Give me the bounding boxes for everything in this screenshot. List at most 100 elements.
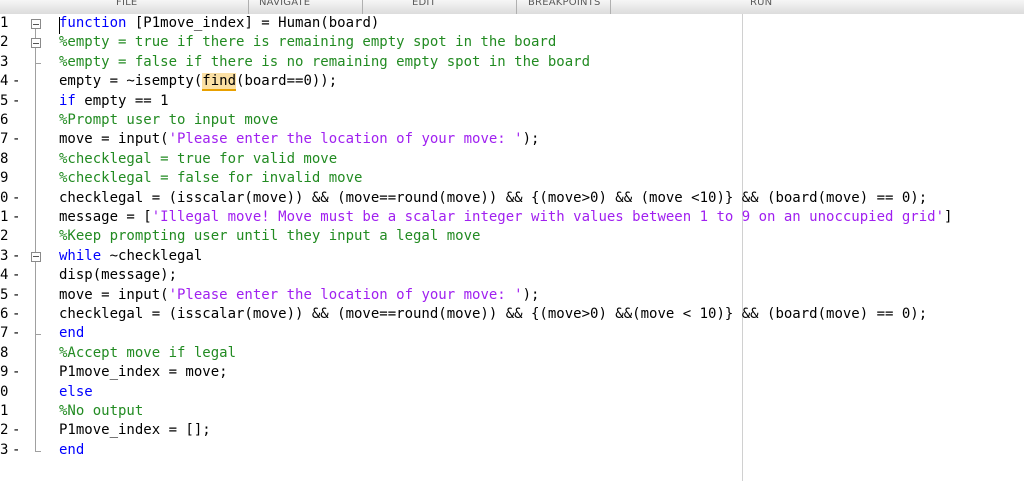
code-line[interactable]: 4- disp(message);: [0, 266, 1024, 285]
code-text[interactable]: %Accept move if legal: [59, 344, 236, 363]
code-text[interactable]: end: [59, 441, 84, 460]
code-token: ]: [944, 209, 953, 225]
breakpoint-marker[interactable]: -: [12, 286, 20, 305]
tab-run[interactable]: RUN: [750, 0, 772, 8]
code-line[interactable]: 1 %No output: [0, 402, 1024, 421]
code-text[interactable]: function [P1move_index] = Human(board): [59, 14, 379, 33]
comment-token: %Accept move if legal: [59, 344, 237, 361]
code-text[interactable]: %Keep prompting user until they input a …: [59, 227, 480, 246]
tab-navigate[interactable]: NAVIGATE: [259, 0, 310, 8]
fold-end-marker: [35, 62, 41, 64]
breakpoint-marker[interactable]: -: [12, 305, 20, 324]
code-text[interactable]: %empty = true if there is remaining empt…: [59, 33, 556, 52]
comment-token: %Prompt user to input move: [59, 112, 279, 128]
line-number: 1: [0, 15, 9, 31]
code-text[interactable]: %Prompt user to input move: [59, 111, 278, 130]
code-line[interactable]: 3- end: [0, 441, 1024, 460]
code-text[interactable]: message = ['Illegal move! Move must be a…: [59, 208, 952, 227]
code-text[interactable]: %checklegal = true for valid move: [59, 150, 337, 169]
keyword-token: if: [59, 92, 76, 109]
code-editor[interactable]: 1 function [P1move_index] = Human(board) 2…: [0, 14, 1024, 481]
line-number: 2: [0, 228, 9, 245]
code-token: );: [522, 131, 540, 148]
code-token: move = input(: [59, 131, 169, 148]
toolstrip-divider: [516, 0, 517, 14]
fold-guide-line: [35, 261, 36, 335]
toolstrip-divider: [362, 0, 363, 14]
string-token: 'Please enter the location of your move:…: [168, 131, 523, 148]
code-line[interactable]: 6 %Prompt user to input move: [0, 111, 1024, 130]
breakpoint-marker[interactable]: -: [12, 266, 20, 285]
code-text[interactable]: disp(message);: [59, 266, 177, 285]
breakpoint-marker[interactable]: -: [12, 247, 20, 266]
keyword-token: end: [59, 441, 85, 458]
comment-token: %Keep prompting user until they input a …: [59, 228, 481, 245]
code-text[interactable]: checklegal = (isscalar(move)) && (move==…: [59, 305, 927, 324]
tab-file[interactable]: FILE: [116, 0, 137, 8]
code-token: empty == 1: [75, 92, 169, 109]
code-line[interactable]: 8 %Accept move if legal: [0, 344, 1024, 363]
breakpoint-marker[interactable]: -: [12, 363, 20, 382]
comment-token: %empty = false if there is no remaining …: [59, 53, 591, 70]
code-text[interactable]: P1move_index = [];: [59, 421, 211, 440]
fold-end-marker: [35, 334, 41, 336]
breakpoint-marker[interactable]: -: [12, 92, 20, 111]
code-token: checklegal = (isscalar(move)) && (move==…: [59, 306, 928, 322]
code-line[interactable]: 0 else: [0, 383, 1024, 402]
code-text[interactable]: else: [59, 383, 93, 402]
fold-end-marker: [35, 450, 41, 452]
fold-toggle-icon[interactable]: [31, 38, 41, 49]
line-number: 1: [0, 403, 9, 419]
comment-token: %empty = true if there is remaining empt…: [59, 34, 557, 51]
code-line[interactable]: 1 function [P1move_index] = Human(board): [0, 14, 1024, 33]
line-number: 6: [0, 112, 9, 128]
breakpoint-marker[interactable]: -: [12, 208, 20, 227]
code-text[interactable]: P1move_index = move;: [59, 363, 228, 382]
code-text[interactable]: end: [59, 324, 84, 343]
code-text[interactable]: %No output: [59, 402, 143, 421]
breakpoint-marker[interactable]: -: [12, 130, 20, 149]
fold-toggle-icon[interactable]: [31, 19, 41, 29]
code-text[interactable]: while ~checklegal: [59, 247, 202, 266]
code-line[interactable]: 6- checklegal = (isscalar(move)) && (move…: [0, 305, 1024, 324]
code-text[interactable]: move = input('Please enter the location …: [59, 130, 539, 149]
code-line[interactable]: 3- while ~checklegal: [0, 247, 1024, 266]
tab-breakpoints[interactable]: BREAKPOINTS: [528, 0, 601, 8]
toolstrip-divider: [610, 0, 611, 14]
comment-token: %checklegal = true for valid move: [59, 150, 338, 167]
code-line[interactable]: 2 %empty = true if there is remaining emp…: [0, 33, 1024, 52]
breakpoint-marker[interactable]: -: [12, 324, 20, 343]
code-token: (board==0));: [236, 73, 338, 90]
code-line[interactable]: 4- empty = ~isempty(find(board==0));: [0, 72, 1024, 92]
code-line[interactable]: 2 %Keep prompting user until they input a…: [0, 227, 1024, 246]
code-line[interactable]: 8 %checklegal = true for valid move: [0, 150, 1024, 169]
code-token: ~checklegal: [101, 247, 203, 264]
fold-toggle-icon[interactable]: [31, 251, 41, 262]
code-line[interactable]: 5- move = input('Please enter the locatio…: [0, 286, 1024, 305]
code-text[interactable]: if empty == 1: [59, 92, 169, 111]
code-line[interactable]: 0- checklegal = (isscalar(move)) && (move…: [0, 189, 1024, 208]
fold-guide-line: [35, 29, 36, 451]
code-line[interactable]: 7- move = input('Please enter the locatio…: [0, 130, 1024, 149]
code-text[interactable]: checklegal = (isscalar(move)) && (move==…: [59, 189, 927, 208]
line-number: 8: [0, 344, 9, 361]
code-line[interactable]: 3 %empty = false if there is no remaining…: [0, 53, 1024, 72]
code-token: );: [522, 286, 540, 303]
breakpoint-marker[interactable]: -: [12, 441, 20, 460]
breakpoint-marker[interactable]: -: [12, 72, 20, 91]
code-line[interactable]: 1- message = ['Illegal move! Move must be…: [0, 208, 1024, 227]
code-line[interactable]: 2- P1move_index = [];: [0, 421, 1024, 440]
line-number: 3: [0, 53, 9, 70]
code-text[interactable]: %checklegal = false for invalid move: [59, 169, 362, 188]
breakpoint-marker[interactable]: -: [12, 189, 20, 208]
code-line[interactable]: 5- if empty == 1: [0, 92, 1024, 111]
code-line[interactable]: 9- P1move_index = move;: [0, 363, 1024, 382]
breakpoint-marker[interactable]: -: [12, 421, 20, 440]
code-text[interactable]: %empty = false if there is no remaining …: [59, 53, 590, 72]
toolstrip-divider: [248, 0, 249, 14]
code-line[interactable]: 9 %checklegal = false for invalid move: [0, 169, 1024, 188]
code-text[interactable]: move = input('Please enter the location …: [59, 286, 539, 305]
tab-edit[interactable]: EDIT: [412, 0, 436, 8]
code-line[interactable]: 7- end: [0, 324, 1024, 343]
code-text[interactable]: empty = ~isempty(find(board==0));: [59, 72, 338, 92]
